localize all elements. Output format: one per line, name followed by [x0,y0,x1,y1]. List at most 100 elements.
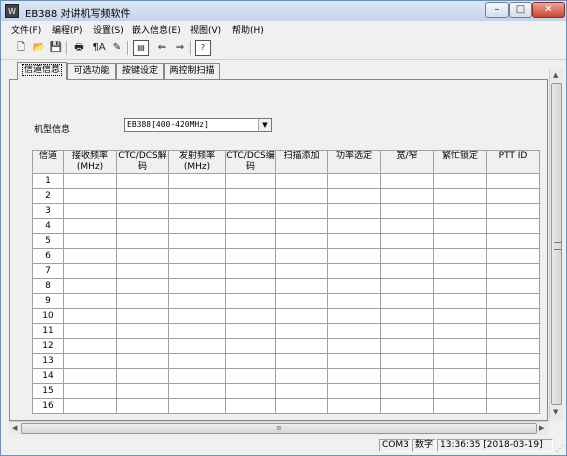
table-cell[interactable] [116,278,169,294]
menu-help[interactable]: 帮助(H) [232,23,264,36]
table-cell[interactable] [225,398,276,414]
table-cell[interactable] [63,278,117,294]
table-cell[interactable] [433,383,487,399]
menu-file[interactable]: 文件(F) [11,23,41,36]
table-cell[interactable] [63,293,117,309]
table-cell[interactable] [63,233,117,249]
table-cell[interactable] [116,263,169,279]
table-cell[interactable] [225,293,276,309]
table-cell[interactable] [486,248,540,264]
col-header-power[interactable]: 功率选定 [327,150,381,174]
table-cell[interactable] [380,278,434,294]
table-cell[interactable] [63,368,117,384]
table-cell[interactable] [116,233,169,249]
table-cell[interactable] [433,308,487,324]
col-header-channel[interactable]: 信道 [32,150,64,174]
table-cell[interactable] [63,218,117,234]
table-cell[interactable] [380,308,434,324]
table-cell[interactable] [433,338,487,354]
table-cell[interactable] [327,218,381,234]
table-cell[interactable] [225,263,276,279]
col-header-rx-freq[interactable]: 接收频率(MHz) [63,150,117,174]
col-header-ctcdcs-encode[interactable]: CTC/DCS编码 [225,150,276,174]
table-cell[interactable] [486,218,540,234]
maximize-button[interactable]: □ [509,2,532,18]
resize-grip-icon[interactable]: ⋰ [556,444,564,453]
table-cell[interactable] [116,338,169,354]
table-cell[interactable] [63,188,117,204]
table-cell[interactable] [327,308,381,324]
table-cell[interactable] [63,203,117,219]
title-bar[interactable]: W EB388 对讲机写频软件 – □ ✕ [1,1,566,21]
table-cell[interactable] [486,203,540,219]
table-cell[interactable] [275,278,328,294]
menu-program[interactable]: 编程(P) [52,23,82,36]
table-cell[interactable] [380,263,434,279]
tab-channel-info[interactable]: 信道信息 [17,62,67,80]
col-header-ctcdcs-decode[interactable]: CTC/DCS解码 [116,150,169,174]
table-cell[interactable] [327,203,381,219]
table-cell[interactable] [116,323,169,339]
table-cell[interactable] [380,353,434,369]
table-cell[interactable] [380,233,434,249]
save-disk-icon[interactable]: 💾 [48,40,64,56]
table-cell[interactable] [225,338,276,354]
table-cell[interactable] [327,173,381,189]
minimize-button[interactable]: – [485,2,509,18]
table-cell[interactable] [225,368,276,384]
menu-settings[interactable]: 设置(S) [93,23,124,36]
table-cell[interactable] [168,203,226,219]
table-cell[interactable] [433,188,487,204]
table-cell[interactable] [327,248,381,264]
table-cell[interactable] [168,308,226,324]
table-cell[interactable] [433,293,487,309]
table-cell[interactable] [116,383,169,399]
table-cell[interactable] [380,338,434,354]
table-cell[interactable] [63,338,117,354]
col-header-bandwidth[interactable]: 宽/窄 [380,150,434,174]
table-cell[interactable] [116,173,169,189]
table-cell[interactable] [168,188,226,204]
table-cell[interactable] [116,248,169,264]
table-cell[interactable] [327,293,381,309]
vertical-scrollbar[interactable]: ▲ ▼ [549,69,563,421]
table-cell[interactable] [275,233,328,249]
table-cell[interactable] [486,293,540,309]
table-cell[interactable] [380,173,434,189]
table-cell[interactable] [433,398,487,414]
table-cell[interactable] [275,218,328,234]
table-cell[interactable] [380,188,434,204]
table-cell[interactable] [327,383,381,399]
table-cell[interactable] [168,293,226,309]
tab-key-settings[interactable]: 按键设定 [116,63,164,79]
table-cell[interactable] [327,323,381,339]
table-cell[interactable] [380,248,434,264]
table-cell[interactable] [433,233,487,249]
new-file-icon[interactable]: 🗋 [13,40,29,56]
table-cell[interactable] [327,353,381,369]
scroll-down-icon[interactable]: ▼ [553,408,558,416]
table-cell[interactable] [486,188,540,204]
table-cell[interactable] [116,293,169,309]
table-cell[interactable] [63,323,117,339]
table-cell[interactable] [225,353,276,369]
table-cell[interactable] [225,323,276,339]
table-cell[interactable] [225,248,276,264]
scroll-up-icon[interactable]: ▲ [553,71,558,79]
table-cell[interactable] [225,383,276,399]
table-cell[interactable] [275,383,328,399]
table-cell[interactable] [327,368,381,384]
table-cell[interactable] [63,353,117,369]
table-cell[interactable] [327,278,381,294]
table-cell[interactable] [486,323,540,339]
table-cell[interactable] [168,173,226,189]
menu-embed-info[interactable]: 嵌入信息(E) [132,23,181,36]
table-cell[interactable] [275,353,328,369]
table-cell[interactable] [168,368,226,384]
table-cell[interactable] [116,218,169,234]
table-cell[interactable] [486,308,540,324]
table-cell[interactable] [327,263,381,279]
col-header-scan-add[interactable]: 扫描添加 [275,150,328,174]
table-cell[interactable] [380,383,434,399]
table-cell[interactable] [168,323,226,339]
